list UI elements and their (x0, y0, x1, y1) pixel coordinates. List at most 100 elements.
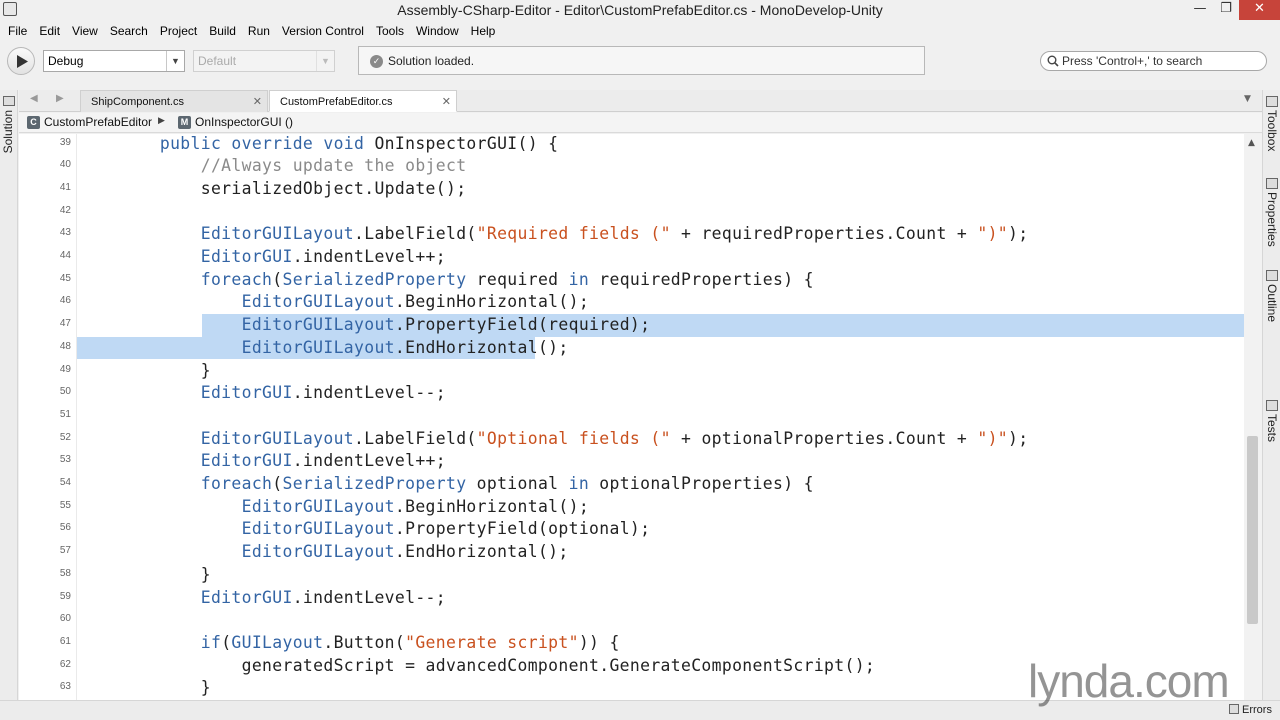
code-line[interactable]: 51 (19, 405, 1244, 428)
code-line[interactable]: 55 EditorGUILayout.BeginHorizontal(); (19, 496, 1244, 519)
minimize-button[interactable]: — (1187, 0, 1213, 20)
close-tab-icon[interactable]: ✕ (442, 91, 451, 113)
code-line[interactable]: 39 public override void OnInspectorGUI()… (19, 134, 1244, 155)
class-icon: C (27, 116, 40, 129)
menu-version-control[interactable]: Version Control (276, 20, 370, 42)
code-line[interactable]: 46 EditorGUILayout.BeginHorizontal(); (19, 291, 1244, 314)
play-icon (17, 55, 28, 68)
tab-shipcomponent[interactable]: ShipComponent.cs ✕ (80, 90, 268, 112)
code-token: ); (1008, 428, 1029, 448)
code-token: serializedObject.Update(); (119, 178, 467, 198)
code-line[interactable]: 58 } (19, 564, 1244, 587)
line-number: 57 (59, 545, 71, 557)
code-line[interactable]: 59 EditorGUI.indentLevel--; (19, 587, 1244, 610)
navigate-back-icon[interactable]: ◀ (30, 93, 38, 104)
line-number: 39 (59, 136, 71, 148)
code-line[interactable]: 61 if(GUILayout.Button("Generate script"… (19, 632, 1244, 655)
code-token: EditorGUILayout (241, 542, 395, 562)
pad-tab-label: Toolbox (1265, 110, 1279, 152)
scrollbar-thumb[interactable] (1247, 436, 1258, 624)
menu-help[interactable]: Help (465, 20, 502, 42)
menu-edit[interactable]: Edit (33, 20, 66, 42)
document-tabs: ◀ ▶ ShipComponent.cs ✕ CustomPrefabEdito… (19, 90, 1262, 112)
menu-view[interactable]: View (66, 20, 104, 42)
code-line[interactable]: 43 EditorGUILayout.LabelField("Required … (19, 223, 1244, 246)
maximize-button[interactable]: ❐ (1213, 0, 1239, 20)
tab-label: ShipComponent.cs (91, 96, 184, 108)
code-token: EditorGUILayout (241, 519, 395, 539)
navigate-forward-icon[interactable]: ▶ (56, 93, 64, 104)
code-line[interactable]: 53 EditorGUI.indentLevel++; (19, 450, 1244, 473)
close-tab-icon[interactable]: ✕ (253, 91, 262, 113)
breadcrumb: C CustomPrefabEditor ▶ M OnInspectorGUI … (19, 113, 1262, 133)
code-line[interactable]: 44 EditorGUI.indentLevel++; (19, 246, 1244, 269)
code-token: .indentLevel--; (292, 383, 446, 403)
tabs-dropdown-icon[interactable]: ▼ (1244, 94, 1251, 104)
line-number: 42 (59, 204, 71, 216)
code-text: //Always update the object (119, 155, 466, 177)
code-line[interactable]: 45 foreach(SerializedProperty required i… (19, 269, 1244, 292)
code-line[interactable]: 40 //Always update the object (19, 155, 1244, 178)
target-select[interactable]: Default ▼ (193, 50, 335, 72)
code-line[interactable]: 60 (19, 609, 1244, 632)
code-line[interactable]: 47 EditorGUILayout.PropertyField(require… (19, 314, 1244, 337)
global-search-input[interactable]: Press 'Control+,' to search (1040, 51, 1267, 71)
code-token: foreach (200, 269, 273, 289)
menu-run[interactable]: Run (242, 20, 276, 42)
run-button[interactable] (7, 47, 35, 75)
code-token: ( (221, 632, 232, 652)
code-line[interactable]: 54 foreach(SerializedProperty optional i… (19, 473, 1244, 496)
code-token: .EndHorizontal(); (394, 542, 569, 562)
errors-pad-button[interactable]: Errors (1229, 704, 1272, 716)
close-window-button[interactable]: ✕ (1239, 0, 1280, 20)
line-number: 63 (59, 681, 71, 693)
code-token: ( (272, 474, 283, 493)
code-token: + requiredProperties.Count + (670, 224, 978, 244)
editor-scrollbar[interactable]: ▲ (1244, 134, 1262, 700)
menu-build[interactable]: Build (203, 20, 242, 42)
line-number: 60 (59, 613, 71, 625)
line-number: 59 (59, 590, 71, 602)
code-text: EditorGUILayout.EndHorizontal(); (119, 541, 569, 563)
scroll-up-icon[interactable]: ▲ (1248, 138, 1255, 148)
code-line[interactable]: 56 EditorGUILayout.PropertyField(optiona… (19, 518, 1244, 541)
code-line[interactable]: 41 serializedObject.Update(); (19, 178, 1244, 201)
code-token: GUILayout (231, 632, 324, 652)
code-line[interactable]: 57 EditorGUILayout.EndHorizontal(); (19, 541, 1244, 564)
menu-project[interactable]: Project (154, 20, 203, 42)
code-text: serializedObject.Update(); (119, 178, 466, 200)
code-token: )) { (578, 632, 620, 652)
configuration-select[interactable]: Debug ▼ (43, 50, 185, 72)
code-token: .indentLevel++; (292, 451, 446, 471)
code-editor[interactable]: 39 public override void OnInspectorGUI()… (19, 134, 1244, 700)
breadcrumb-method[interactable]: OnInspectorGUI () (195, 115, 293, 129)
code-line[interactable]: 52 EditorGUILayout.LabelField("Optional … (19, 428, 1244, 451)
code-token: .indentLevel++; (292, 247, 446, 266)
menu-tools[interactable]: Tools (370, 20, 410, 42)
menu-window[interactable]: Window (410, 20, 465, 42)
menu-search[interactable]: Search (104, 20, 154, 42)
solution-pad-tab[interactable]: Solution (1, 110, 15, 153)
code-text: EditorGUILayout.PropertyField(optional); (119, 518, 650, 540)
code-line[interactable]: 48 EditorGUILayout.EndHorizontal(); (19, 336, 1244, 360)
code-line[interactable]: 49 } (19, 360, 1244, 383)
code-token: ); (1008, 224, 1029, 244)
code-token: .Button( (323, 632, 406, 652)
code-token: .indentLevel--; (292, 587, 446, 607)
code-line[interactable]: 50 EditorGUI.indentLevel--; (19, 382, 1244, 405)
menu-file[interactable]: File (2, 20, 33, 42)
code-token: } (119, 360, 211, 380)
breadcrumb-class[interactable]: CustomPrefabEditor (44, 115, 152, 129)
code-line[interactable]: 42 (19, 201, 1244, 224)
code-token: in (568, 474, 590, 493)
tab-customprefabeditor[interactable]: CustomPrefabEditor.cs ✕ (269, 90, 457, 112)
document-outline-icon (1266, 270, 1278, 281)
